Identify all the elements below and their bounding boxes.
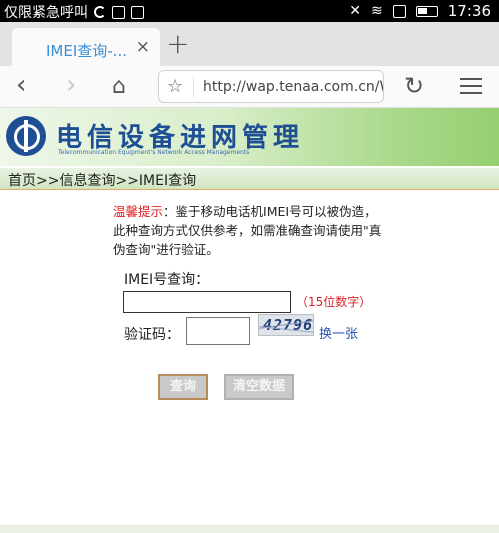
captcha-image: 42796: [258, 314, 314, 336]
sim-icon: [392, 4, 406, 18]
refresh-captcha-link[interactable]: 换一张: [319, 323, 358, 342]
notice: 温馨提示：鉴于移动电话机IMEI号可以被伪造，此种查询方式仅供参考，如需准确查询…: [113, 202, 385, 259]
footer-strip: [0, 525, 499, 533]
home-icon[interactable]: ⌂: [112, 74, 126, 100]
tab-title: IMEI查询-...: [46, 42, 127, 60]
image-notification-icon: [112, 5, 125, 19]
imei-hint: （15位数字）: [296, 295, 372, 309]
status-time: 17:36: [447, 2, 491, 20]
imei-label: IMEI号查询：: [124, 272, 210, 288]
bookmark-star-icon[interactable]: ☆: [167, 76, 183, 97]
url-divider: [193, 77, 194, 97]
menu-icon[interactable]: [460, 78, 482, 94]
breadcrumb[interactable]: 首页>>信息查询>>IMEI查询: [0, 168, 499, 190]
url-text[interactable]: http://wap.tenaa.com.cn/W: [203, 79, 383, 95]
mail-notification-icon: [131, 5, 144, 19]
new-tab-icon[interactable]: +: [166, 30, 189, 58]
browser-tab[interactable]: IMEI查询-... ×: [12, 28, 160, 66]
status-right: ✕ ≋ 17:36: [349, 2, 491, 20]
back-icon[interactable]: ‹: [16, 72, 26, 98]
query-button[interactable]: 查询: [158, 374, 208, 400]
site-banner: 电信设备进网管理 Telecommunication Equipment's N…: [0, 108, 499, 166]
do-not-disturb-icon: [94, 6, 106, 18]
tab-strip: IMEI查询-... × +: [0, 22, 499, 66]
site-logo: [6, 116, 46, 156]
close-tab-icon[interactable]: ×: [136, 37, 150, 57]
status-bar: 仅限紧急呼叫 ✕ ≋ 17:36: [0, 0, 499, 22]
mute-icon: ✕: [349, 3, 362, 19]
carrier-text: 仅限紧急呼叫: [4, 5, 88, 21]
reload-icon[interactable]: ↻: [404, 73, 424, 99]
captcha-label: 验证码：: [124, 327, 180, 343]
wifi-icon: ≋: [371, 3, 383, 19]
notice-label: 温馨提示: [113, 204, 164, 219]
clear-data-button[interactable]: 清空数据: [224, 374, 294, 400]
site-subtitle: Telecommunication Equipment's Network Ac…: [58, 149, 250, 156]
status-left: 仅限紧急呼叫: [4, 2, 144, 22]
battery-icon: [415, 5, 438, 17]
forward-icon[interactable]: ›: [66, 72, 76, 98]
address-bar[interactable]: ☆ http://wap.tenaa.com.cn/W: [158, 70, 384, 103]
browser-toolbar: ‹ › ⌂ ☆ http://wap.tenaa.com.cn/W ↻: [0, 66, 499, 108]
imei-input[interactable]: [123, 291, 291, 313]
captcha-input[interactable]: [186, 317, 250, 345]
